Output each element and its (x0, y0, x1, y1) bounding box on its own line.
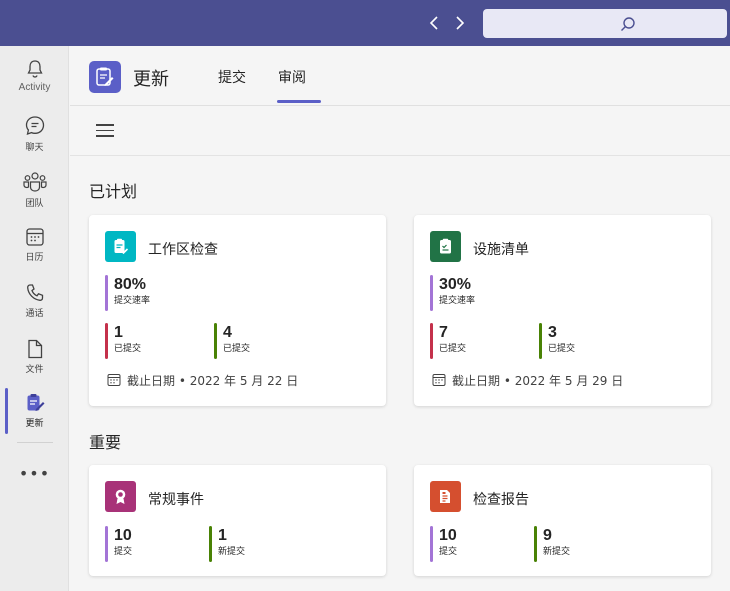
section-title-scheduled: 已计划 (89, 182, 138, 201)
search-input[interactable] (483, 9, 727, 38)
calendar-icon (107, 374, 121, 386)
rail-label-calls: 通话 (25, 309, 44, 319)
stat-value: 7 (439, 324, 448, 341)
submission-rate-label: 提交速率 (114, 296, 151, 306)
stat-submissions: 10 提交 (105, 526, 133, 562)
rail-item-teams[interactable]: 团队 (0, 170, 69, 218)
stat-label: 新提交 (543, 547, 571, 557)
chevron-left-icon[interactable] (425, 12, 445, 34)
title-bar (0, 0, 730, 46)
submission-rate: 30% 提交速率 (430, 275, 476, 311)
card-title: 设施清单 (473, 242, 529, 258)
due-date: 截止日期 • 2022 年 5 月 29 日 (432, 372, 623, 389)
stat-label: 已提交 (548, 344, 576, 354)
stat-value: 1 (218, 527, 227, 544)
due-date-text: 截止日期 • 2022 年 5 月 22 日 (127, 374, 299, 388)
rail-divider (17, 442, 53, 443)
app-icon (89, 61, 121, 93)
more-apps-icon[interactable]: ••• (0, 464, 69, 483)
due-date: 截止日期 • 2022 年 5 月 22 日 (107, 372, 298, 389)
ribbon-icon (105, 481, 136, 512)
rail-label-activity: Activity (18, 82, 51, 93)
stat-label: 已提交 (439, 344, 467, 354)
stat-submitted: 1 已提交 (105, 323, 142, 359)
report-icon (430, 481, 461, 512)
stat-submitted: 7 已提交 (430, 323, 467, 359)
stat-value: 1 (114, 324, 123, 341)
submission-rate-label: 提交速率 (439, 296, 476, 306)
card-inspection-report[interactable]: 检查报告 10 提交 9 新提交 (414, 465, 711, 576)
card-routine-events[interactable]: 常规事件 10 提交 1 新提交 (89, 465, 386, 576)
rail-label-teams: 团队 (25, 199, 44, 209)
stat-new-submissions: 9 新提交 (534, 526, 571, 562)
hamburger-menu-icon[interactable] (96, 124, 114, 138)
rail-item-calendar[interactable]: 日历 (0, 226, 69, 274)
chat-icon (25, 116, 44, 136)
stat-label: 已提交 (114, 344, 142, 354)
rail-item-activity[interactable]: Activity (0, 58, 69, 106)
updates-icon (27, 394, 44, 411)
stat-label: 提交 (439, 547, 458, 557)
card-title: 检查报告 (473, 492, 529, 508)
stat-label: 已提交 (223, 344, 251, 354)
phone-icon (26, 284, 43, 301)
card-title: 工作区检查 (148, 242, 218, 258)
rail-item-calls[interactable]: 通话 (0, 282, 69, 330)
rail-item-chat[interactable]: 聊天 (0, 114, 69, 162)
app-header: 更新 提交 审阅 (70, 46, 730, 106)
stat-label: 提交 (114, 547, 133, 557)
stat-value: 10 (114, 527, 132, 544)
calendar-icon (432, 374, 446, 386)
file-icon (27, 339, 42, 359)
stat-label: 新提交 (218, 547, 246, 557)
clipboard-check-icon (105, 231, 136, 262)
card-facility-checklist[interactable]: 设施清单 30% 提交速率 7 已提交 3 已提交 截止日期 • 2022 年 … (414, 215, 711, 406)
rail-item-files[interactable]: 文件 (0, 338, 69, 386)
teams-icon (22, 172, 47, 192)
submission-rate-value: 30% (439, 276, 472, 293)
stat-submitted: 3 已提交 (539, 323, 576, 359)
clipboard-task-icon (430, 231, 461, 262)
bell-icon (26, 60, 43, 78)
stat-value: 3 (548, 324, 557, 341)
stat-submitted: 4 已提交 (214, 323, 251, 359)
app-title: 更新 (133, 69, 169, 90)
stat-new-submissions: 1 新提交 (209, 526, 246, 562)
rail-item-updates[interactable]: 更新 (0, 392, 69, 440)
rail-label-chat: 聊天 (25, 143, 44, 153)
rail-label-calendar: 日历 (25, 253, 44, 263)
active-tab-indicator (277, 100, 321, 103)
section-title-important: 重要 (89, 433, 122, 452)
due-date-text: 截止日期 • 2022 年 5 月 29 日 (452, 374, 624, 388)
stat-value: 10 (439, 527, 457, 544)
chevron-right-icon[interactable] (449, 12, 469, 34)
submission-rate: 80% 提交速率 (105, 275, 151, 311)
calendar-icon (25, 228, 44, 246)
submission-rate-value: 80% (114, 276, 147, 293)
stat-value: 9 (543, 527, 552, 544)
search-icon (621, 17, 635, 31)
rail-label-files: 文件 (25, 365, 44, 375)
card-workspace-inspection[interactable]: 工作区检查 80% 提交速率 1 已提交 4 已提交 截止日期 • 2022 年… (89, 215, 386, 406)
app-rail: Activity 聊天 团队 日历 通话 文件 更新 ••• (0, 46, 69, 591)
stat-submissions: 10 提交 (430, 526, 458, 562)
rail-label-updates: 更新 (25, 419, 44, 429)
tab-review[interactable]: 审阅 (278, 67, 306, 87)
tab-submit[interactable]: 提交 (218, 67, 246, 87)
card-title: 常规事件 (148, 492, 204, 508)
toolbar (70, 106, 730, 156)
stat-value: 4 (223, 324, 232, 341)
